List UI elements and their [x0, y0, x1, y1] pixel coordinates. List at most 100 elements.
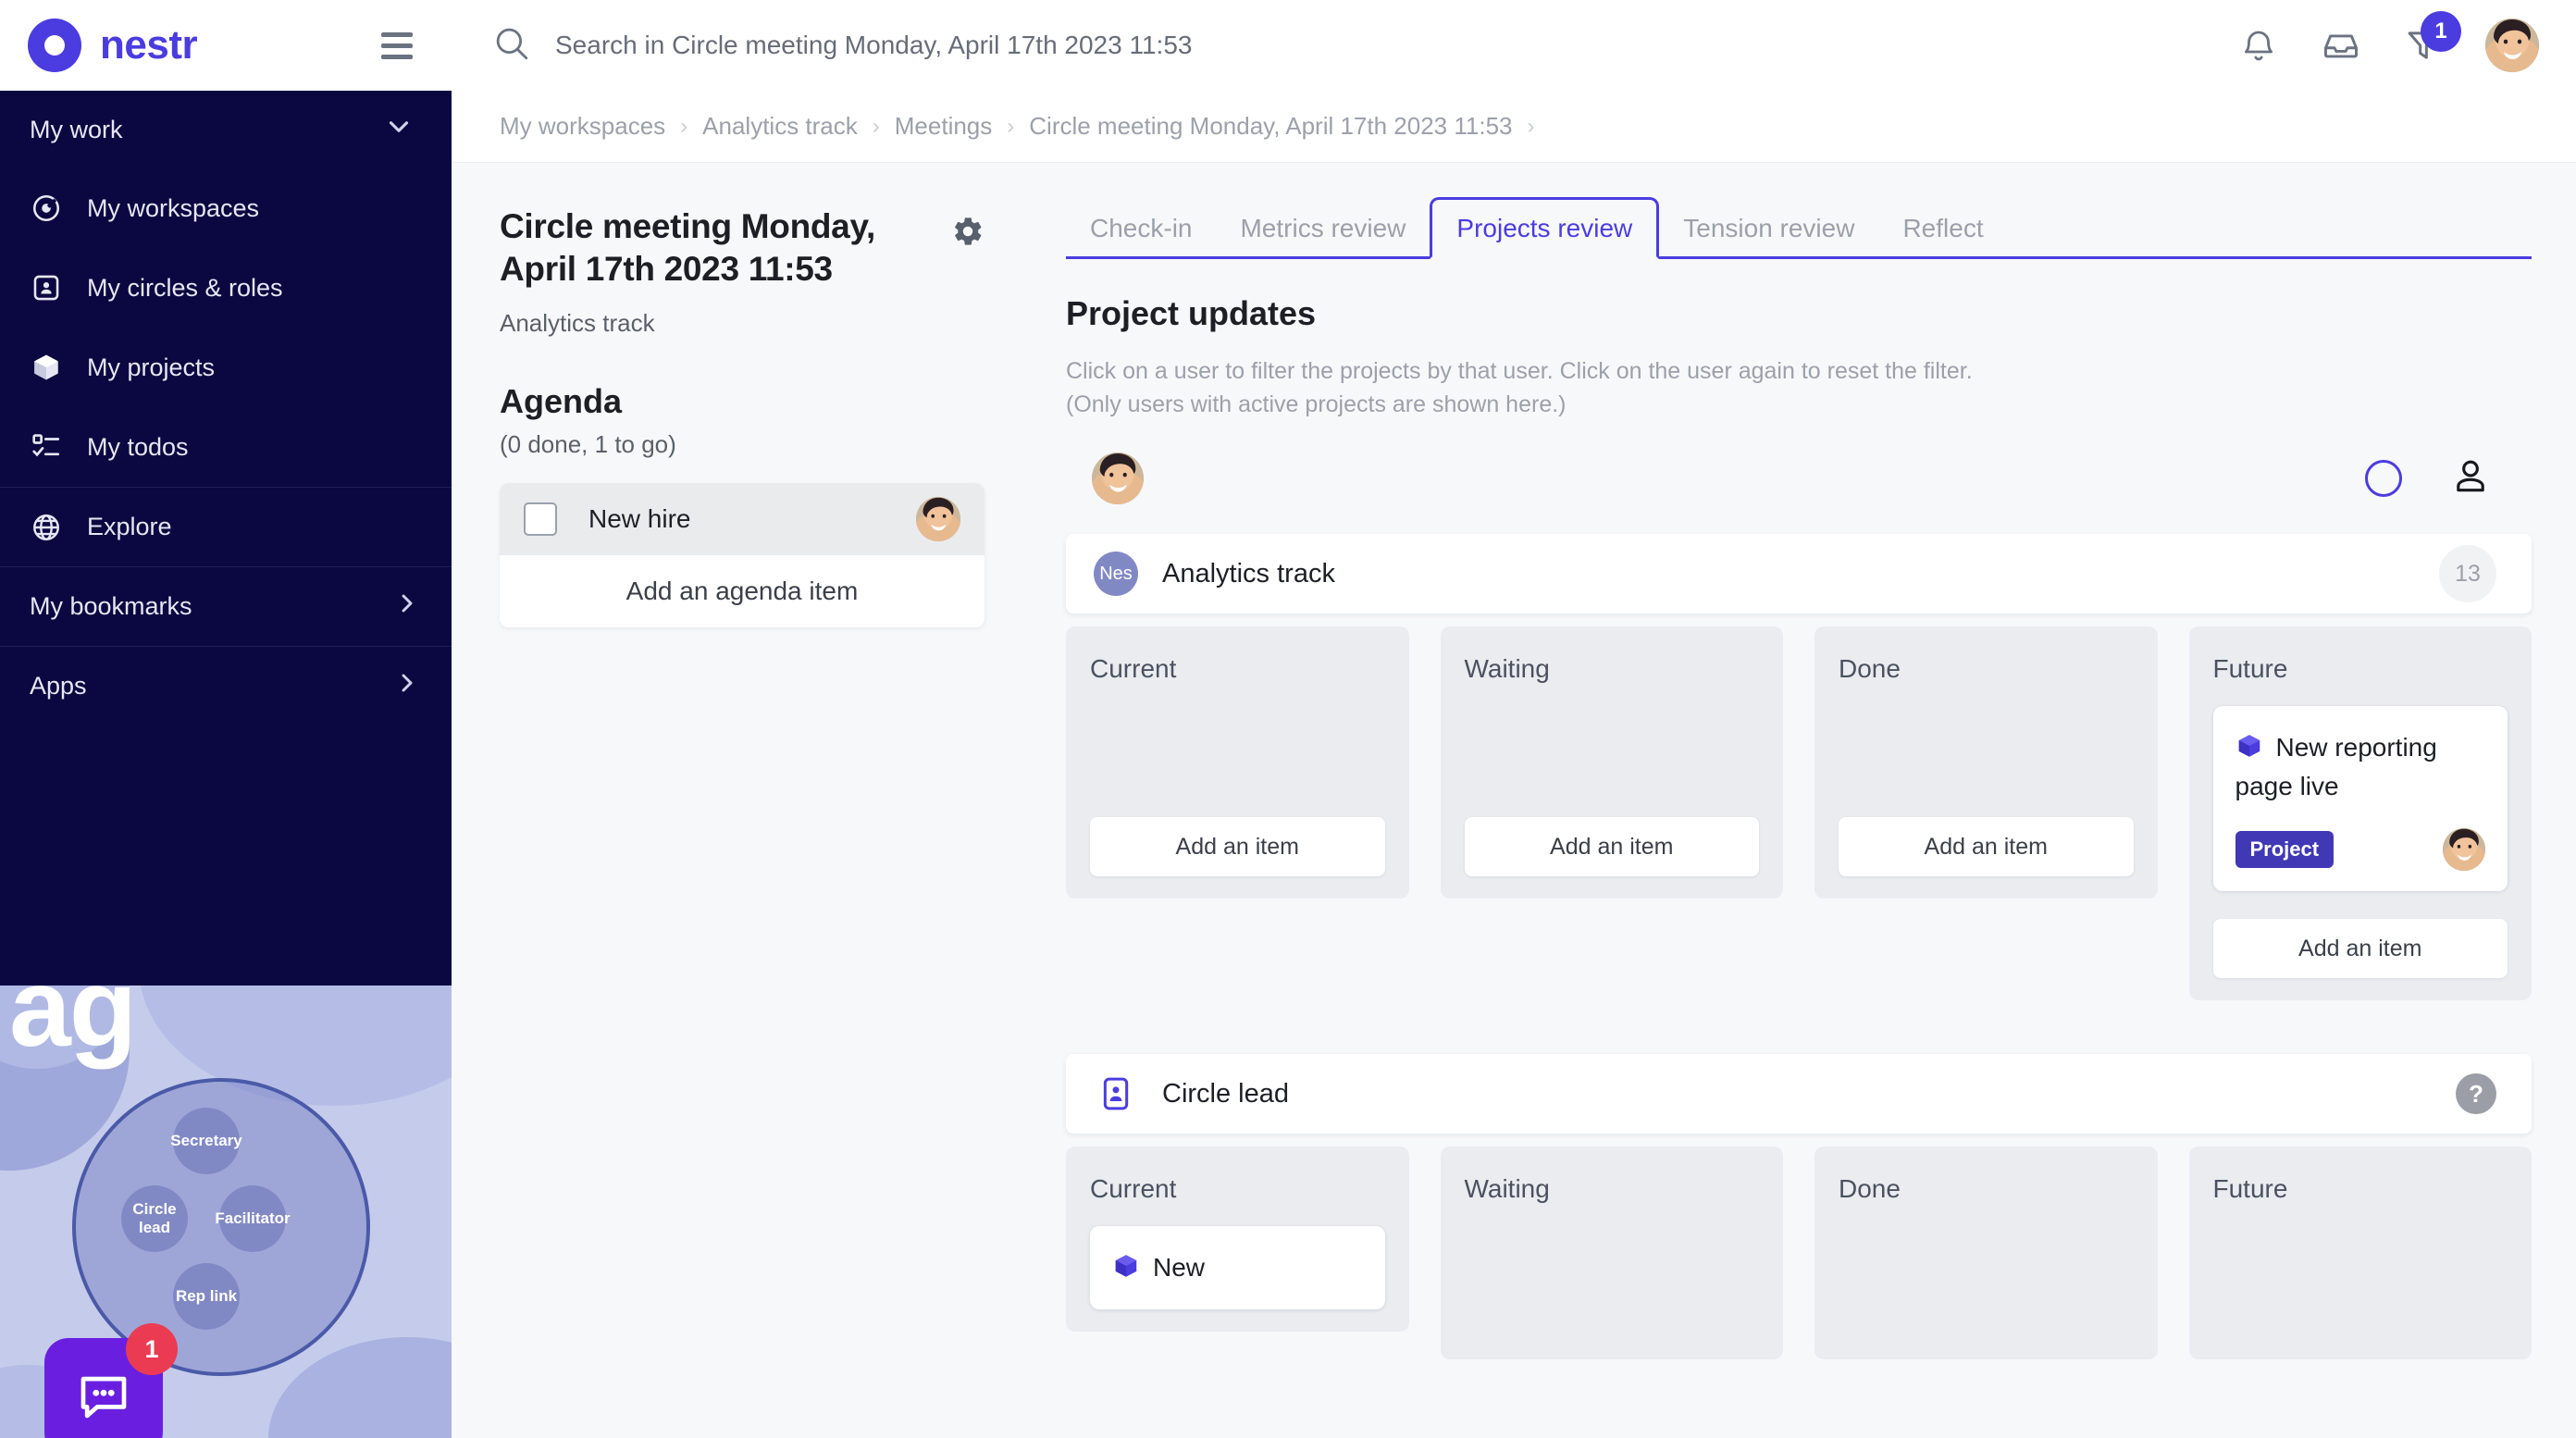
sidebar-item-my-todos[interactable]: My todos — [0, 407, 452, 487]
search-container[interactable] — [492, 24, 2213, 68]
column-waiting: Waiting Add an item — [1440, 626, 1783, 899]
breadcrumb-separator: › — [680, 113, 688, 139]
section-description: Click on a user to filter the projects b… — [1066, 355, 2532, 421]
breadcrumb-item-meetings[interactable]: Meetings — [895, 112, 993, 141]
breadcrumb-separator: › — [1527, 113, 1535, 139]
column-title: Current — [1090, 654, 1177, 683]
meeting-panel: Circle meeting Monday, April 17th 2023 1… — [452, 163, 1025, 1438]
status-badge: Project — [2235, 831, 2334, 869]
column-drop-area[interactable] — [1090, 706, 1385, 817]
chat-bubble-icon — [73, 1365, 134, 1431]
sidebar-section-my-work[interactable]: My work — [0, 91, 452, 168]
meeting-header: Circle meeting Monday, April 17th 2023 1… — [500, 205, 985, 338]
search-icon — [492, 24, 531, 68]
section-title: Project updates — [1066, 294, 1317, 332]
add-item-button[interactable]: Add an item — [1090, 817, 1385, 876]
filter-funnel-icon[interactable]: 1 — [2404, 11, 2461, 65]
page-title: Circle meeting Monday, April 17th 2023 1… — [500, 207, 875, 288]
avatar[interactable] — [2485, 19, 2539, 72]
column-drop-area[interactable] — [1465, 1226, 1760, 1337]
group-header-analytics-track[interactable]: Nes Analytics track 13 — [1066, 534, 2532, 614]
sidebar-item-label: My workspaces — [87, 193, 260, 222]
project-card-title: New reporting page live — [2235, 733, 2437, 801]
sidebar-item-my-circles-roles[interactable]: My circles & roles — [0, 248, 452, 328]
sidebar-item-my-workspaces[interactable]: My workspaces — [0, 168, 452, 248]
breadcrumb-item-analytics-track[interactable]: Analytics track — [702, 112, 858, 141]
nestr-circle-logo-icon — [28, 19, 81, 72]
user-filter-row — [1066, 452, 2532, 504]
person-icon[interactable] — [2450, 456, 2491, 502]
column-current: Current New — [1066, 1147, 1409, 1333]
column-done: Done Add an item — [1814, 626, 2158, 899]
sidebar-item-explore[interactable]: Explore — [0, 487, 452, 566]
agenda-heading: Agenda — [500, 381, 623, 420]
tab-check-in[interactable]: Check-in — [1066, 201, 1216, 256]
project-card-title: New — [1153, 1253, 1206, 1283]
content: Circle meeting Monday, April 17th 2023 1… — [452, 163, 2576, 1438]
add-item-button[interactable]: Add an item — [2212, 919, 2508, 979]
column-drop-area[interactable] — [1839, 1226, 2134, 1337]
column-title: Future — [2212, 654, 2288, 683]
section-description-line1: Click on a user to filter the projects b… — [1066, 358, 1973, 384]
add-item-button[interactable]: Add an item — [1464, 817, 1759, 876]
agenda-checkbox[interactable] — [524, 502, 557, 536]
column-future: Future — [2188, 1147, 2532, 1360]
agenda-count: (0 done, 1 to go) — [500, 429, 676, 458]
avatar[interactable] — [1092, 452, 1144, 504]
brand[interactable]: nestr — [28, 19, 198, 72]
hamburger-menu-icon[interactable] — [376, 27, 418, 65]
sidebar-item-label: My bookmarks — [30, 592, 192, 620]
role-bubble-circle-lead: Circle lead — [121, 1185, 188, 1252]
globe-icon — [30, 511, 63, 544]
column-future: Future New reporting page live Project A… — [2188, 626, 2532, 1001]
tab-metrics-review[interactable]: Metrics review — [1216, 201, 1430, 256]
tab-tension-review[interactable]: Tension review — [1659, 201, 1878, 256]
help-icon[interactable]: ? — [2456, 1073, 2496, 1115]
tab-projects-review[interactable]: Projects review — [1430, 197, 1660, 259]
board-analytics-track: Current Add an item Waiting Add an item … — [1066, 626, 2532, 1001]
tab-bar: Check-in Metrics review Projects review … — [1066, 197, 2532, 259]
add-item-button[interactable]: Add an item — [1839, 817, 2134, 876]
column-title: Future — [2212, 1174, 2288, 1204]
sidebar-item-my-bookmarks[interactable]: My bookmarks — [0, 566, 452, 646]
breadcrumb-separator: › — [872, 113, 880, 139]
group-header-circle-lead[interactable]: Circle lead ? — [1066, 1054, 2532, 1134]
workspaces-icon — [30, 192, 63, 225]
group-name: Circle lead — [1162, 1078, 1289, 1109]
chevron-down-icon — [383, 111, 415, 149]
add-agenda-item-button[interactable]: Add an agenda item — [500, 554, 985, 627]
avatar[interactable] — [916, 496, 960, 541]
sidebar-item-my-projects[interactable]: My projects — [0, 328, 452, 407]
sidebar-item-label: My projects — [87, 353, 216, 381]
sidebar-item-label: My todos — [87, 432, 189, 461]
group-name: Analytics track — [1162, 558, 1335, 589]
avatar[interactable] — [2443, 828, 2485, 872]
column-title: Current — [1090, 1174, 1177, 1204]
cube-icon — [1112, 1252, 1140, 1289]
sidebar-item-label: Apps — [30, 672, 87, 700]
column-drop-area[interactable] — [2213, 1226, 2508, 1337]
role-bubble-secretary: Secretary — [170, 1108, 242, 1174]
agenda-list: New hire Add an agenda item — [500, 482, 985, 627]
chevron-right-icon — [392, 668, 422, 704]
project-card[interactable]: New — [1090, 1226, 1385, 1310]
tab-reflect[interactable]: Reflect — [1878, 201, 2007, 256]
group-count-badge: 13 — [2439, 545, 2496, 602]
search-input[interactable] — [555, 31, 2213, 60]
sidebar-item-label: My circles & roles — [87, 273, 283, 302]
sidebar-item-apps[interactable]: Apps — [0, 646, 452, 725]
breadcrumb-item-my-workspaces[interactable]: My workspaces — [500, 112, 665, 141]
inbox-icon[interactable] — [2321, 25, 2361, 66]
circle-toggle-icon[interactable] — [2365, 460, 2402, 497]
project-card[interactable]: New reporting page live Project — [2212, 706, 2508, 892]
column-drop-area[interactable] — [1839, 706, 2134, 817]
chat-launcher-button[interactable]: 1 — [44, 1323, 178, 1438]
circle-diagram: Secretary Circle lead Facilitator Rep li… — [72, 1078, 370, 1376]
column-title: Done — [1839, 654, 1901, 683]
breadcrumb-item-meeting[interactable]: Circle meeting Monday, April 17th 2023 1… — [1029, 112, 1512, 141]
column-drop-area[interactable] — [1465, 706, 1760, 817]
gear-icon[interactable] — [951, 215, 985, 253]
checklist-icon — [30, 430, 63, 464]
notifications-bell-icon[interactable] — [2239, 26, 2278, 65]
list-item[interactable]: New hire — [500, 482, 985, 555]
